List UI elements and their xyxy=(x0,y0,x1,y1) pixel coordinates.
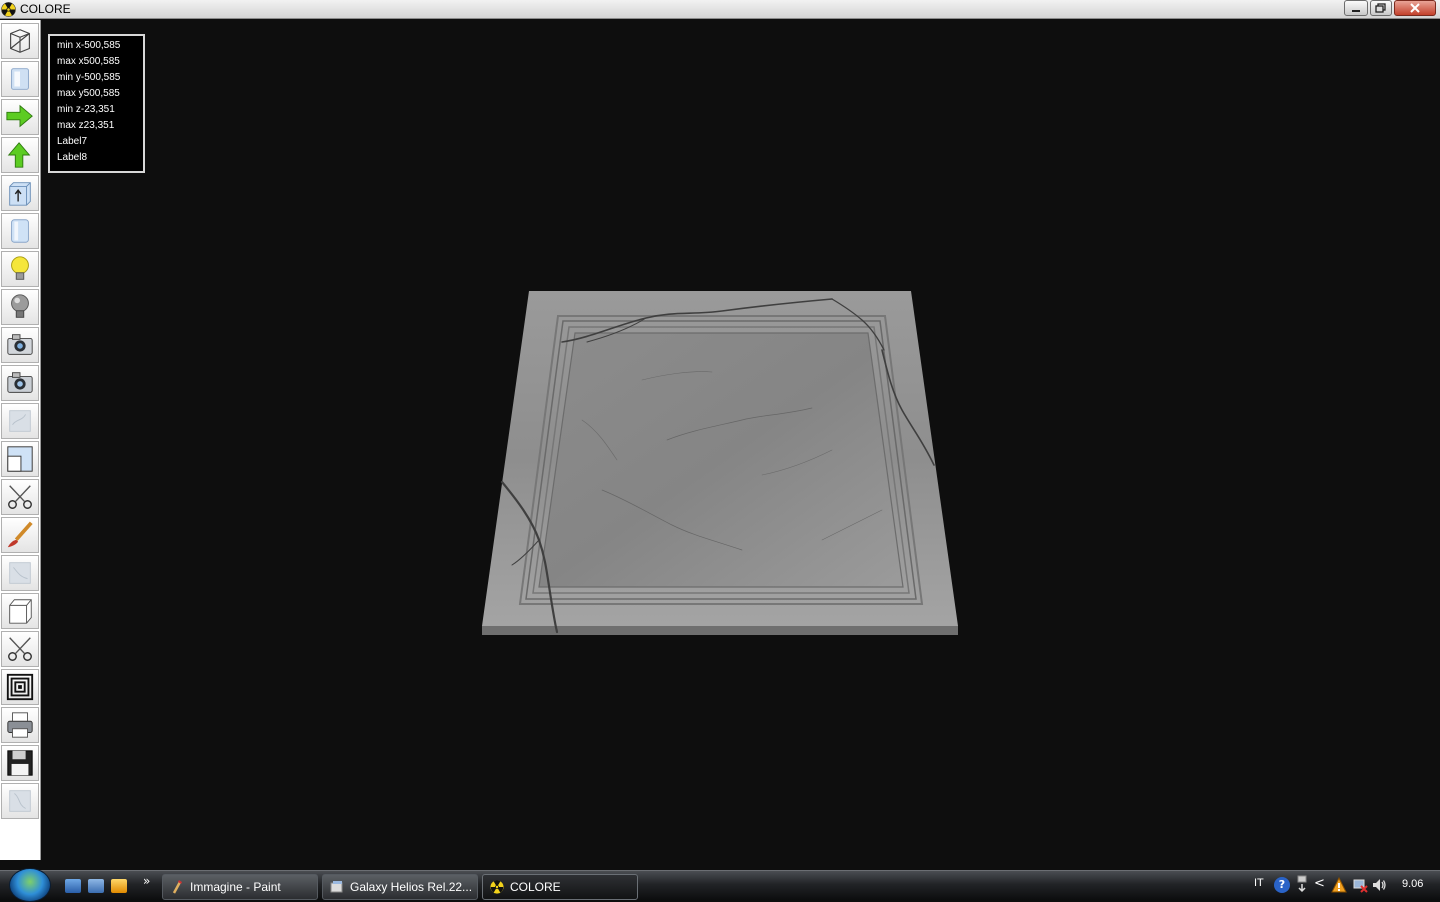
tool-button-concentric-squares[interactable] xyxy=(1,669,39,705)
tool-button-cylinder[interactable] xyxy=(1,213,39,249)
arrow-up-icon xyxy=(7,142,31,168)
show-hidden-icons-button[interactable]: < xyxy=(1314,876,1325,891)
galaxy-icon xyxy=(330,881,343,893)
clock[interactable]: 9.06 xyxy=(1402,878,1423,890)
network-disconnected-icon[interactable] xyxy=(1352,877,1368,893)
info-max-x: max x500,585 xyxy=(57,56,120,67)
task-button-paint[interactable]: Immagine - Paint xyxy=(162,874,318,900)
light-bulb-on-icon xyxy=(11,256,29,280)
restore-button[interactable] xyxy=(1370,0,1392,16)
tool-button-marble-tile-extra[interactable] xyxy=(1,783,39,819)
tool-button-scissors[interactable] xyxy=(1,479,39,515)
printer-icon xyxy=(7,712,33,738)
volume-icon[interactable] xyxy=(1371,877,1387,893)
marble-tile-alt-icon xyxy=(9,562,31,584)
tool-button-printer[interactable] xyxy=(1,707,39,743)
windows-orb-icon[interactable] xyxy=(9,868,51,902)
tool-button-camera-alt[interactable] xyxy=(1,365,39,401)
tool-button-camera[interactable] xyxy=(1,327,39,363)
tool-button-viewport-split[interactable] xyxy=(1,441,39,477)
taskbar: » Immagine - Paint Galaxy Helios Rel.22.… xyxy=(0,868,1440,902)
arrow-right-icon xyxy=(6,104,33,128)
show-desktop-icon[interactable] xyxy=(65,879,81,893)
close-icon xyxy=(1410,3,1420,13)
box-icon xyxy=(9,599,32,624)
update-warning-icon[interactable] xyxy=(1331,877,1347,893)
scissors-icon xyxy=(8,485,32,509)
info-label7: Label7 xyxy=(57,136,88,147)
light-bulb-off-icon xyxy=(11,294,29,318)
info-max-y: max y500,585 xyxy=(57,88,120,99)
switch-windows-icon[interactable] xyxy=(88,879,104,893)
tool-sidebar xyxy=(0,20,41,860)
wireframe-cube-icon xyxy=(10,29,30,53)
info-max-z: max z23,351 xyxy=(57,120,115,131)
info-min-x: min x-500,585 xyxy=(57,40,121,51)
minimize-button[interactable] xyxy=(1344,0,1368,16)
tool-button-arrow-right[interactable] xyxy=(1,99,39,135)
tool-button-light-bulb-on[interactable] xyxy=(1,251,39,287)
task-button-colore[interactable]: COLORE xyxy=(482,874,638,900)
radiation-icon xyxy=(1,2,16,17)
tool-button-wireframe-cube[interactable] xyxy=(1,23,39,59)
bounds-info-panel: min x-500,585 max x500,585 min y-500,585… xyxy=(48,34,145,173)
tool-button-floppy-disk[interactable] xyxy=(1,745,39,781)
info-min-y: min y-500,585 xyxy=(57,72,121,83)
marble-slab[interactable] xyxy=(42,20,1440,870)
tool-button-scissors-alt[interactable] xyxy=(1,631,39,667)
3d-viewport[interactable] xyxy=(42,20,1440,870)
tool-button-marble-tile[interactable] xyxy=(1,403,39,439)
cylinder-icon xyxy=(11,219,29,243)
task-label-paint: Immagine - Paint xyxy=(190,880,281,894)
task-label-galaxy: Galaxy Helios Rel.22... xyxy=(350,880,473,894)
title-bar: COLORE xyxy=(0,0,1440,19)
tool-button-marble-tile-alt[interactable] xyxy=(1,555,39,591)
tool-button-texture-tile[interactable] xyxy=(1,61,39,97)
radiation-icon xyxy=(490,880,504,894)
marble-tile-icon xyxy=(9,410,31,432)
media-player-icon[interactable] xyxy=(111,879,127,893)
info-min-z: min z-23,351 xyxy=(57,104,115,115)
window-title: COLORE xyxy=(20,2,71,16)
minimize-icon xyxy=(1352,10,1360,12)
task-label-colore: COLORE xyxy=(510,880,561,894)
tool-button-box-up[interactable] xyxy=(1,175,39,211)
info-label8: Label8 xyxy=(57,152,88,163)
help-icon[interactable]: ? xyxy=(1274,877,1290,893)
camera-icon xyxy=(7,334,33,355)
paint-icon xyxy=(172,880,183,894)
language-indicator[interactable]: IT xyxy=(1254,877,1264,889)
camera-alt-icon xyxy=(7,372,33,393)
restore-icon xyxy=(1375,3,1386,13)
floppy-disk-icon xyxy=(7,750,33,776)
tool-button-box[interactable] xyxy=(1,593,39,629)
concentric-squares-icon xyxy=(6,673,34,701)
system-tray: IT ? < 9.06 xyxy=(1248,871,1440,901)
scissors-alt-icon xyxy=(8,637,32,661)
tool-button-arrow-up[interactable] xyxy=(1,137,39,173)
quicklaunch-more-button[interactable]: » xyxy=(143,874,150,888)
box-up-icon xyxy=(9,182,31,206)
tool-button-light-bulb-off[interactable] xyxy=(1,289,39,325)
close-button[interactable] xyxy=(1394,0,1436,16)
marble-tile-extra-icon xyxy=(9,790,31,812)
viewport-split-icon xyxy=(7,446,33,472)
task-button-galaxy[interactable]: Galaxy Helios Rel.22... xyxy=(322,874,478,900)
brush-icon xyxy=(7,521,33,548)
texture-tile-icon xyxy=(11,68,29,90)
tool-button-brush[interactable] xyxy=(1,517,39,553)
network-status-icon[interactable] xyxy=(1296,875,1308,893)
